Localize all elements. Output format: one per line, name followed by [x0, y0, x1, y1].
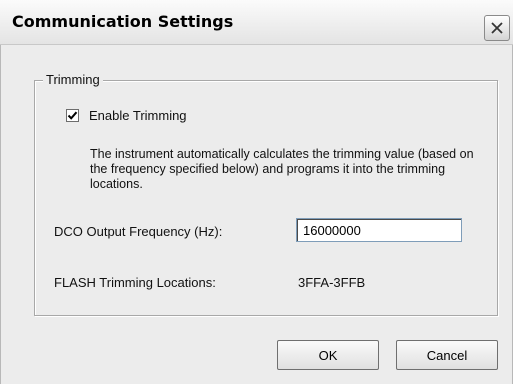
dialog-title: Communication Settings [12, 12, 234, 31]
close-button[interactable] [484, 15, 510, 41]
flash-trimming-label: FLASH Trimming Locations: [54, 275, 216, 290]
dco-frequency-input[interactable] [296, 218, 462, 242]
trimming-description: The instrument automatically calculates … [90, 147, 474, 191]
title-bar: Communication Settings [0, 0, 513, 45]
cancel-button[interactable]: Cancel [396, 340, 498, 370]
flash-trimming-value: 3FFA-3FFB [298, 275, 366, 290]
enable-trimming-row[interactable]: Enable Trimming [66, 108, 187, 123]
dco-frequency-label: DCO Output Frequency (Hz): [54, 224, 223, 239]
ok-button[interactable]: OK [277, 340, 379, 370]
trimming-group-legend: Trimming [43, 72, 103, 87]
close-icon [491, 22, 503, 34]
enable-trimming-checkbox[interactable] [66, 109, 79, 122]
checkmark-icon [67, 111, 78, 120]
enable-trimming-label: Enable Trimming [89, 108, 187, 123]
